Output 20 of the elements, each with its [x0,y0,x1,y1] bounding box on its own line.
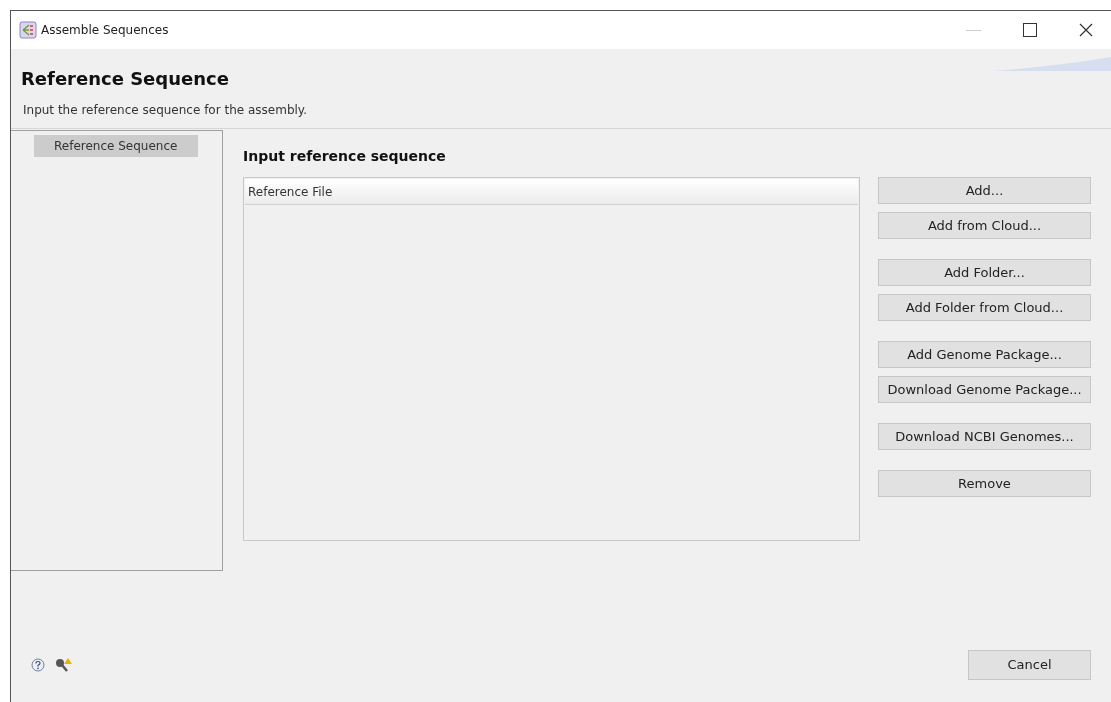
action-button[interactable]: Download Genome Package... [878,376,1091,403]
app-icon [19,21,37,39]
action-button[interactable]: Add Folder from Cloud... [878,294,1091,321]
page-title: Reference Sequence [21,67,230,91]
column-header[interactable]: Reference File [245,179,858,205]
action-button[interactable]: Download NCBI Genomes... [878,423,1091,450]
maximize-icon[interactable] [1023,23,1037,37]
action-button[interactable]: Add Folder... [878,259,1091,286]
action-button[interactable]: Add from Cloud... [878,212,1091,239]
sidebar-item[interactable]: Reference Sequence [34,135,198,157]
section-heading: Input reference sequence [243,147,447,166]
key-warning-icon[interactable] [55,657,73,673]
help-icon[interactable] [31,658,45,672]
cancel-button[interactable]: Cancel [968,650,1091,680]
page-description: Input the reference sequence for the assembly. [23,102,309,119]
action-button[interactable]: Remove [878,470,1091,497]
window-title: Assemble Sequences [41,22,169,39]
action-button[interactable]: Add Genome Package... [878,341,1091,368]
action-button[interactable]: Add... [878,177,1091,204]
close-icon[interactable] [1079,23,1093,37]
